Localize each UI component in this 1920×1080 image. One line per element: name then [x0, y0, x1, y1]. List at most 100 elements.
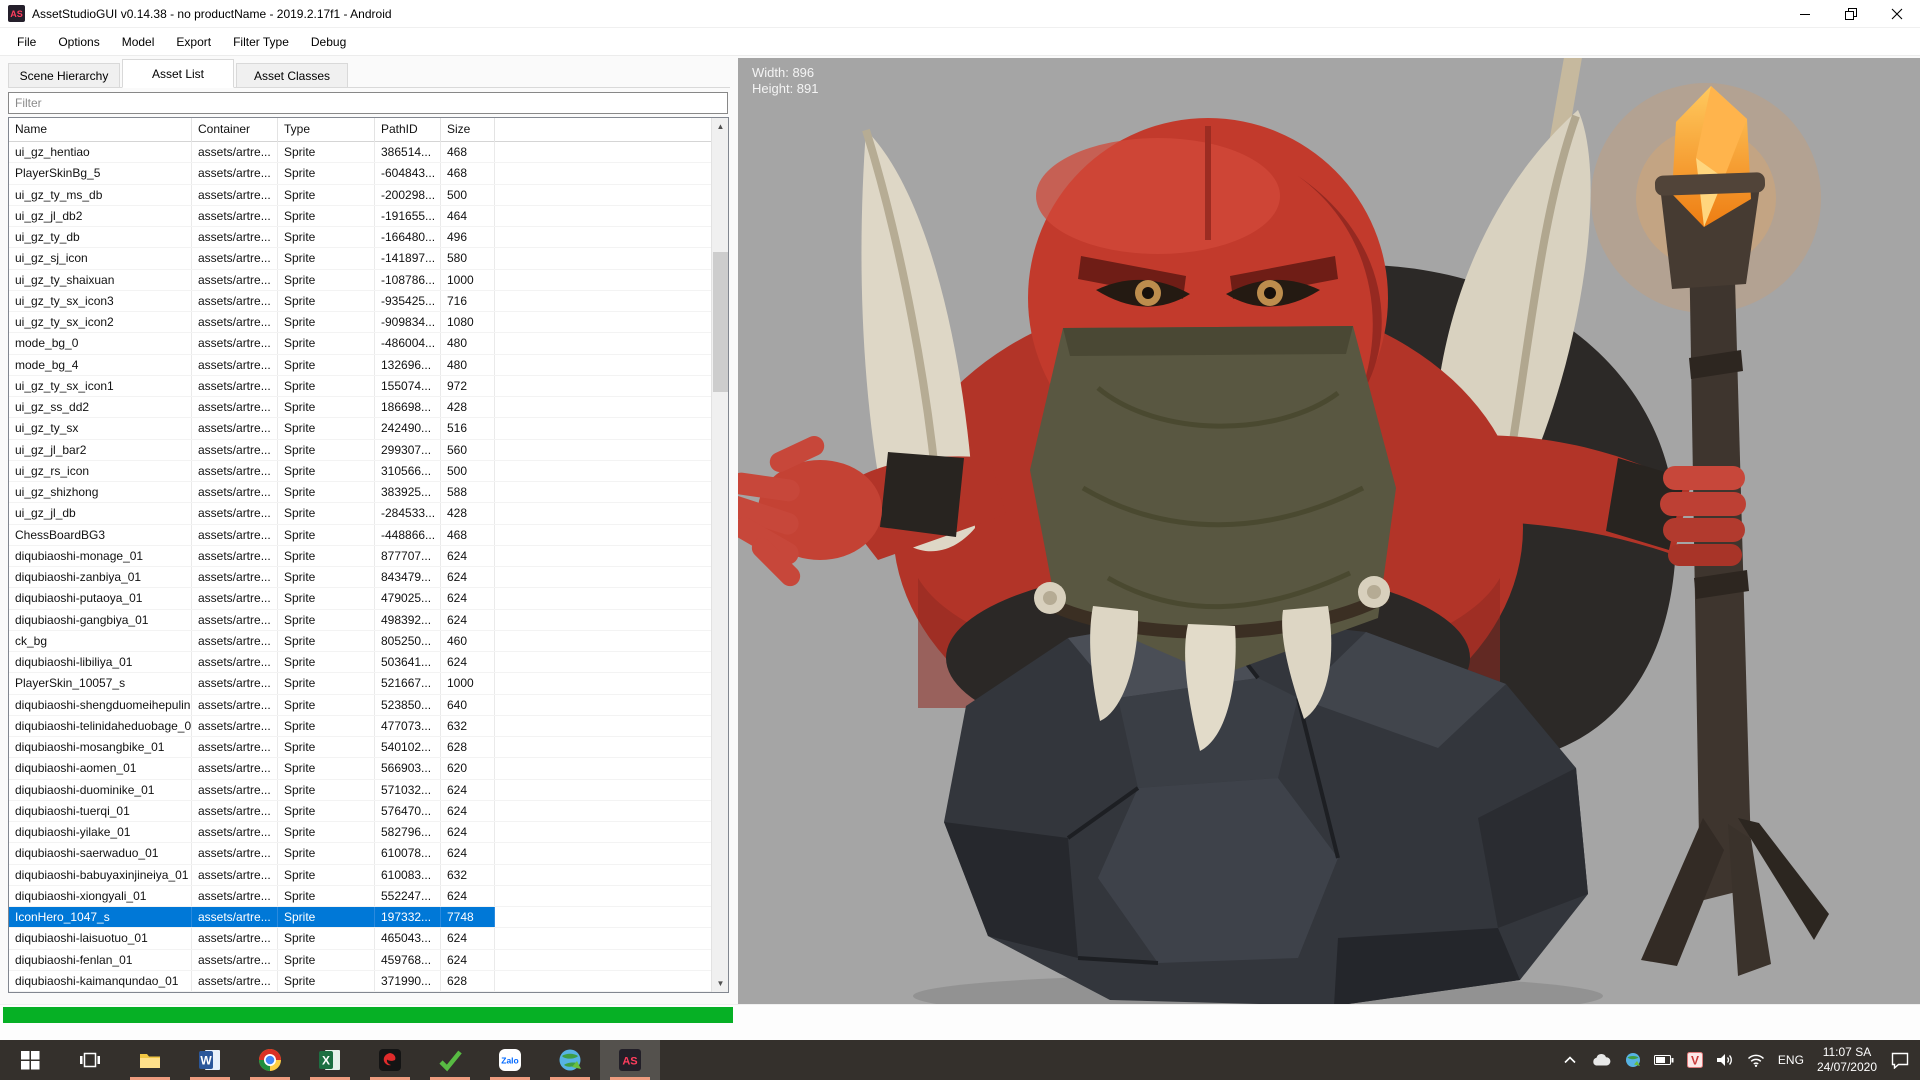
restore-button[interactable] — [1828, 0, 1874, 28]
language-indicator[interactable]: ENG — [1778, 1053, 1804, 1067]
table-row[interactable]: ui_gz_ty_shaixuanassets/artre...Sprite-1… — [9, 270, 711, 291]
table-row[interactable]: diqubiaoshi-telinidaheduobage_01assets/a… — [9, 716, 711, 737]
tab-scene-hierarchy[interactable]: Scene Hierarchy — [8, 63, 120, 87]
tab-asset-list[interactable]: Asset List — [122, 59, 234, 88]
garena-button[interactable] — [360, 1040, 420, 1080]
table-row[interactable]: ui_gz_ty_sx_icon2assets/artre...Sprite-9… — [9, 312, 711, 333]
table-row[interactable]: diqubiaoshi-saerwaduo_01assets/artre...S… — [9, 843, 711, 864]
menu-item-file[interactable]: File — [6, 30, 47, 54]
cell-pathid: 566903... — [375, 758, 441, 778]
tray-expand-button[interactable] — [1563, 1055, 1577, 1065]
cell-container: assets/artre... — [192, 652, 278, 672]
column-header-type[interactable]: Type — [278, 118, 375, 142]
cell-type: Sprite — [278, 673, 375, 693]
task-view-button[interactable] — [60, 1040, 120, 1080]
menu-item-export[interactable]: Export — [165, 30, 222, 54]
idm-tray-icon[interactable] — [1625, 1052, 1641, 1068]
idm-button[interactable] — [540, 1040, 600, 1080]
cell-size: 500 — [441, 461, 495, 481]
progress-bar — [3, 1007, 733, 1023]
column-header-container[interactable]: Container — [192, 118, 278, 142]
table-row[interactable]: diqubiaoshi-zanbiya_01assets/artre...Spr… — [9, 567, 711, 588]
table-row[interactable]: ui_gz_jl_db2assets/artre...Sprite-191655… — [9, 206, 711, 227]
table-row[interactable]: diqubiaoshi-laisuotuo_01assets/artre...S… — [9, 928, 711, 949]
column-header-name[interactable]: Name — [9, 118, 192, 142]
cell-type: Sprite — [278, 482, 375, 502]
unikey-tray-icon[interactable]: V — [1687, 1052, 1703, 1068]
vertical-scrollbar[interactable]: ▲ ▼ — [711, 118, 728, 992]
table-row[interactable]: ui_gz_rs_iconassets/artre...Sprite310566… — [9, 461, 711, 482]
menu-item-model[interactable]: Model — [111, 30, 166, 54]
menu-item-debug[interactable]: Debug — [300, 30, 357, 54]
table-row[interactable]: ui_gz_ty_sxassets/artre...Sprite242490..… — [9, 418, 711, 439]
cell-size: 628 — [441, 737, 495, 757]
volume-tray-icon[interactable] — [1716, 1053, 1734, 1067]
table-row[interactable]: ui_gz_hentiaoassets/artre...Sprite386514… — [9, 142, 711, 163]
svg-text:X: X — [322, 1054, 330, 1068]
table-row[interactable]: ui_gz_ty_dbassets/artre...Sprite-166480.… — [9, 227, 711, 248]
cell-size: 480 — [441, 355, 495, 375]
table-row[interactable]: ui_gz_ty_sx_icon1assets/artre...Sprite15… — [9, 376, 711, 397]
table-row[interactable]: diqubiaoshi-tuerqi_01assets/artre...Spri… — [9, 801, 711, 822]
zalo-button[interactable]: Zalo — [480, 1040, 540, 1080]
word-button[interactable]: W — [180, 1040, 240, 1080]
table-row[interactable]: diqubiaoshi-putaoya_01assets/artre...Spr… — [9, 588, 711, 609]
checkmark-app-button[interactable] — [420, 1040, 480, 1080]
table-row[interactable]: diqubiaoshi-kaimanqundao_01assets/artre.… — [9, 971, 711, 992]
table-row[interactable]: diqubiaoshi-shengduomeihepulin...assets/… — [9, 695, 711, 716]
table-row[interactable]: mode_bg_0assets/artre...Sprite-486004...… — [9, 333, 711, 354]
column-header-pathid[interactable]: PathID — [375, 118, 441, 142]
filter-input[interactable] — [8, 92, 728, 114]
file-explorer-button[interactable] — [120, 1040, 180, 1080]
table-row[interactable]: diqubiaoshi-monage_01assets/artre...Spri… — [9, 546, 711, 567]
asset-studio-button[interactable]: AS — [600, 1040, 660, 1080]
cell-pathid: 155074... — [375, 376, 441, 396]
start-button[interactable] — [0, 1040, 60, 1080]
scroll-up-arrow-icon[interactable]: ▲ — [712, 118, 729, 135]
minimize-button[interactable] — [1782, 0, 1828, 28]
table-row[interactable]: ck_bgassets/artre...Sprite805250...460 — [9, 631, 711, 652]
scrollbar-thumb[interactable] — [713, 252, 728, 392]
excel-button[interactable]: X — [300, 1040, 360, 1080]
table-row[interactable]: ui_gz_shizhongassets/artre...Sprite38392… — [9, 482, 711, 503]
table-row[interactable]: diqubiaoshi-mosangbike_01assets/artre...… — [9, 737, 711, 758]
chrome-button[interactable] — [240, 1040, 300, 1080]
table-row[interactable]: diqubiaoshi-gangbiya_01assets/artre...Sp… — [9, 610, 711, 631]
wifi-tray-icon[interactable] — [1747, 1053, 1765, 1067]
table-row[interactable]: diqubiaoshi-aomen_01assets/artre...Sprit… — [9, 758, 711, 779]
table-row[interactable]: mode_bg_4assets/artre...Sprite132696...4… — [9, 355, 711, 376]
table-row[interactable]: PlayerSkin_10057_sassets/artre...Sprite5… — [9, 673, 711, 694]
battery-tray-icon[interactable] — [1654, 1054, 1674, 1066]
table-row[interactable]: PlayerSkinBg_5assets/artre...Sprite-6048… — [9, 163, 711, 184]
menu-item-options[interactable]: Options — [47, 30, 110, 54]
cell-type: Sprite — [278, 525, 375, 545]
table-row[interactable]: diqubiaoshi-xiongyali_01assets/artre...S… — [9, 886, 711, 907]
taskbar-clock[interactable]: 11:07 SA 24/07/2020 — [1817, 1045, 1877, 1075]
panel-splitter[interactable] — [730, 56, 738, 1004]
onedrive-tray-icon[interactable] — [1590, 1053, 1612, 1067]
scroll-down-arrow-icon[interactable]: ▼ — [712, 975, 729, 992]
cell-size: 428 — [441, 503, 495, 523]
table-row[interactable]: ui_gz_ss_dd2assets/artre...Sprite186698.… — [9, 397, 711, 418]
table-row[interactable]: ui_gz_ty_sx_icon3assets/artre...Sprite-9… — [9, 291, 711, 312]
cell-name: ui_gz_ty_sx_icon1 — [9, 376, 192, 396]
table-row[interactable]: ui_gz_sj_iconassets/artre...Sprite-14189… — [9, 248, 711, 269]
cell-type: Sprite — [278, 588, 375, 608]
tab-asset-classes[interactable]: Asset Classes — [236, 63, 348, 87]
table-row[interactable]: ui_gz_jl_dbassets/artre...Sprite-284533.… — [9, 503, 711, 524]
action-center-button[interactable] — [1890, 1051, 1910, 1069]
close-button[interactable] — [1874, 0, 1920, 28]
table-row[interactable]: diqubiaoshi-duominike_01assets/artre...S… — [9, 780, 711, 801]
cell-name: ui_gz_hentiao — [9, 142, 192, 162]
column-header-size[interactable]: Size — [441, 118, 495, 142]
table-row-selected[interactable]: IconHero_1047_sassets/artre...Sprite1973… — [9, 907, 711, 928]
table-row[interactable]: ui_gz_jl_bar2assets/artre...Sprite299307… — [9, 440, 711, 461]
table-row[interactable]: diqubiaoshi-libiliya_01assets/artre...Sp… — [9, 652, 711, 673]
table-row[interactable]: diqubiaoshi-fenlan_01assets/artre...Spri… — [9, 950, 711, 971]
table-row[interactable]: ChessBoardBG3assets/artre...Sprite-44886… — [9, 525, 711, 546]
menu-item-filter-type[interactable]: Filter Type — [222, 30, 300, 54]
table-row[interactable]: diqubiaoshi-babuyaxinjineiya_01assets/ar… — [9, 865, 711, 886]
cell-type: Sprite — [278, 397, 375, 417]
table-row[interactable]: ui_gz_ty_ms_dbassets/artre...Sprite-2002… — [9, 185, 711, 206]
table-row[interactable]: diqubiaoshi-yilake_01assets/artre...Spri… — [9, 822, 711, 843]
